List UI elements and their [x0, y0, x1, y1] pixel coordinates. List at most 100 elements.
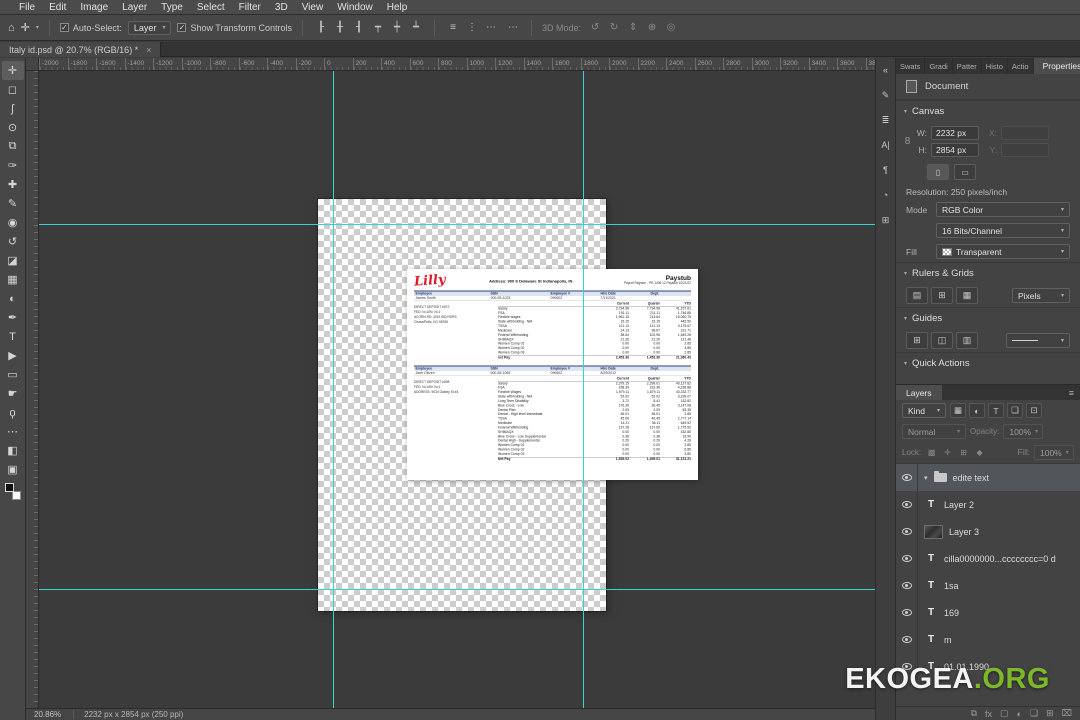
- visibility-eye-icon[interactable]: [901, 474, 912, 481]
- expand-caret-icon[interactable]: ▾: [924, 474, 928, 482]
- history-brush-tool[interactable]: ↺: [2, 232, 24, 251]
- zoom-level[interactable]: 20.86%: [34, 710, 61, 719]
- distribute-vertical-icon[interactable]: ≡: [445, 20, 461, 35]
- clone-stamp-tool[interactable]: ◉: [2, 213, 24, 232]
- crop-tool[interactable]: ⧉: [2, 137, 24, 156]
- distribute-horizontal-icon[interactable]: ⋮: [464, 20, 480, 35]
- link-layers-icon[interactable]: ⧉: [971, 708, 977, 719]
- canvas-viewport[interactable]: Lilly Address: 900 S Delaware St Indiana…: [39, 71, 875, 708]
- brush-tool[interactable]: ✎: [2, 194, 24, 213]
- collapse-panels-icon[interactable]: «: [877, 61, 895, 79]
- panel-tab-gradi[interactable]: Gradi: [925, 58, 953, 74]
- quick-mask-icon[interactable]: ◧: [2, 441, 24, 460]
- layer-filter-dropdown[interactable]: Kind ▾: [902, 403, 946, 418]
- pen-tool[interactable]: ✒: [2, 308, 24, 327]
- new-guide-icon[interactable]: ⊞: [906, 332, 928, 349]
- filter-type-layers-icon[interactable]: T: [988, 403, 1004, 418]
- current-tool-icon[interactable]: ✛: [21, 21, 30, 34]
- filter-adjustment-layers-icon[interactable]: ◐: [969, 403, 985, 418]
- menu-image[interactable]: Image: [73, 0, 115, 15]
- lock-all-icon[interactable]: ◆: [973, 447, 986, 459]
- panel-tab-patter[interactable]: Patter: [953, 58, 982, 74]
- layer-visibility-cell[interactable]: [896, 626, 918, 653]
- guide-layout-icon[interactable]: ◫: [931, 332, 953, 349]
- menu-help[interactable]: Help: [380, 0, 415, 15]
- visibility-eye-icon[interactable]: [901, 555, 912, 562]
- layer-row-main[interactable]: Tcilla0000000...cccccccc=0 d: [918, 545, 1080, 572]
- color-swatches[interactable]: [4, 483, 22, 500]
- layer-row[interactable]: Tm: [896, 626, 1080, 653]
- clone-source-panel-icon[interactable]: ≣: [877, 111, 895, 129]
- show-transform-checkbox[interactable]: ✓ Show Transform Controls: [177, 23, 292, 33]
- home-icon[interactable]: ⌂: [8, 22, 15, 34]
- layer-row[interactable]: ▾ edite text: [896, 464, 1080, 491]
- layer-visibility-cell[interactable]: [896, 464, 918, 491]
- blur-tool[interactable]: ◐: [2, 289, 24, 308]
- screen-mode-icon[interactable]: ▣: [2, 460, 24, 479]
- character-panel-icon[interactable]: A|: [877, 136, 895, 154]
- menu-3d[interactable]: 3D: [268, 0, 295, 15]
- menu-window[interactable]: Window: [330, 0, 380, 15]
- quick-actions-section-header[interactable]: ▾ Quick Actions: [896, 352, 1080, 374]
- panel-menu-icon[interactable]: ≡: [1063, 385, 1080, 400]
- new-group-icon[interactable]: ❏: [1030, 708, 1038, 719]
- 3d-slide-icon[interactable]: ⊕: [644, 20, 660, 35]
- eraser-tool[interactable]: ◪: [2, 251, 24, 270]
- ruler-units-dropdown[interactable]: Pixels ▾: [1012, 288, 1070, 303]
- filter-shape-layers-icon[interactable]: ❏: [1007, 403, 1023, 418]
- new-layer-icon[interactable]: ⊞: [1046, 708, 1054, 719]
- portrait-orientation-button[interactable]: ▯: [927, 164, 949, 180]
- visibility-eye-icon[interactable]: [901, 609, 912, 616]
- auto-select-checkbox[interactable]: ✓ Auto-Select:: [59, 23, 122, 33]
- menu-select[interactable]: Select: [190, 0, 232, 15]
- hand-tool[interactable]: ☛: [2, 384, 24, 403]
- gradient-tool[interactable]: ▦: [2, 270, 24, 289]
- layer-visibility-cell[interactable]: [896, 572, 918, 599]
- lasso-tool[interactable]: ʃ: [2, 99, 24, 118]
- shape-tool[interactable]: ▭: [2, 365, 24, 384]
- snap-toggle-icon[interactable]: ▦: [956, 287, 978, 304]
- color-mode-dropdown[interactable]: RGB Color ▾: [936, 202, 1070, 217]
- layer-style-icon[interactable]: fx: [985, 709, 992, 719]
- layer-row-main[interactable]: T 169: [918, 599, 1080, 626]
- type-tool[interactable]: T: [2, 327, 24, 346]
- filter-smart-objects-icon[interactable]: ⊡: [1026, 403, 1042, 418]
- align-bottom-edges-icon[interactable]: ┷: [408, 20, 424, 35]
- marquee-tool[interactable]: ◻: [2, 80, 24, 99]
- menu-view[interactable]: View: [295, 0, 331, 15]
- panel-tab-properties[interactable]: Properties: [1033, 58, 1080, 74]
- visibility-eye-icon[interactable]: [901, 582, 912, 589]
- vertical-guide[interactable]: [333, 71, 334, 708]
- ruler-toggle-icon[interactable]: ▤: [906, 287, 928, 304]
- 3d-drag-icon[interactable]: ⇕: [625, 20, 641, 35]
- visibility-eye-icon[interactable]: [901, 501, 912, 508]
- background-color-swatch[interactable]: [11, 491, 21, 500]
- layer-row[interactable]: T Layer 2: [896, 491, 1080, 518]
- object-selection-tool[interactable]: ⊙: [2, 118, 24, 137]
- menu-layer[interactable]: Layer: [115, 0, 154, 15]
- align-left-edges-icon[interactable]: ┠: [313, 20, 329, 35]
- layer-row-main[interactable]: T Layer 2: [918, 491, 1080, 518]
- toolbar-ellipsis-icon[interactable]: ⋯: [2, 422, 24, 441]
- rulers-grids-section-header[interactable]: ▾ Rulers & Grids: [896, 262, 1080, 284]
- menu-edit[interactable]: Edit: [42, 0, 73, 15]
- paragraph-panel-icon[interactable]: ¶: [877, 161, 895, 179]
- menu-file[interactable]: File: [12, 0, 42, 15]
- blend-mode-dropdown[interactable]: Normal ▾: [902, 424, 966, 439]
- guides-section-header[interactable]: ▾ Guides: [896, 307, 1080, 329]
- fill-dropdown[interactable]: 100% ▾: [1034, 445, 1074, 460]
- more-options-icon[interactable]: ⋯: [505, 20, 521, 35]
- layer-visibility-cell[interactable]: [896, 599, 918, 626]
- layer-visibility-cell[interactable]: [896, 545, 918, 572]
- layer-visibility-cell[interactable]: [896, 491, 918, 518]
- 3d-roll-icon[interactable]: ↻: [606, 20, 622, 35]
- landscape-orientation-button[interactable]: ▭: [954, 164, 976, 180]
- grid-toggle-icon[interactable]: ⊞: [931, 287, 953, 304]
- tool-preset-caret-icon[interactable]: ▾: [36, 24, 39, 31]
- horizontal-guide[interactable]: [39, 224, 875, 225]
- canvas-section-header[interactable]: ▾ Canvas: [896, 100, 1080, 122]
- path-selection-tool[interactable]: ▶: [2, 346, 24, 365]
- horizontal-guide[interactable]: [39, 589, 875, 590]
- eyedropper-tool[interactable]: ✑: [2, 156, 24, 175]
- guide-style-dropdown[interactable]: ▾: [1006, 333, 1070, 348]
